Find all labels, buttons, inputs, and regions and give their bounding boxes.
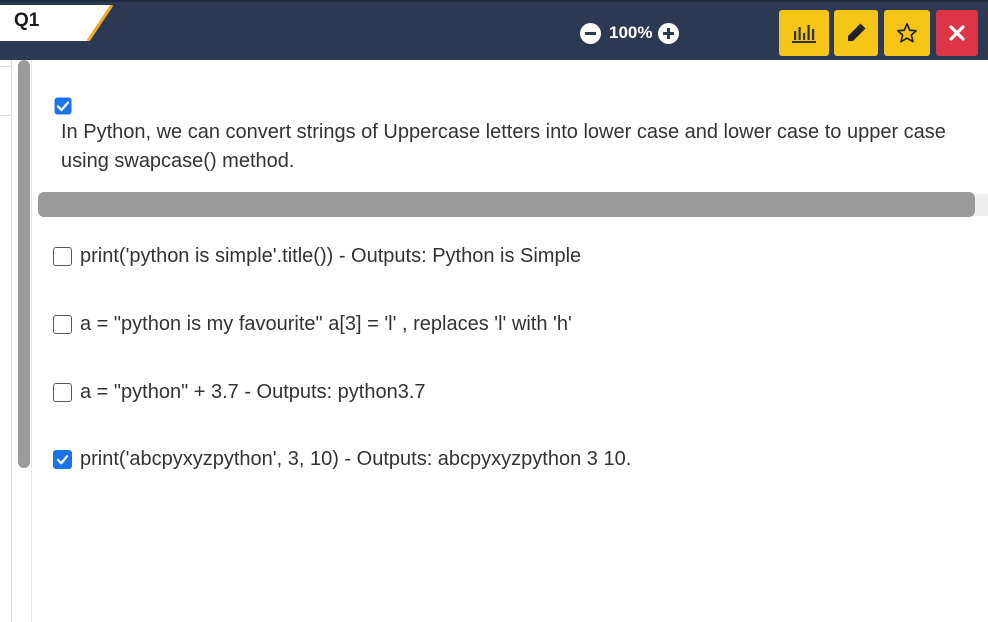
pencil-icon — [848, 23, 866, 41]
top-bar: Q1 100% — [0, 0, 988, 60]
question-tab[interactable]: Q1 — [0, 5, 114, 41]
option-checkbox[interactable] — [53, 314, 72, 334]
option-label: print('python is simple'.title()) - Outp… — [80, 244, 582, 267]
scrollbar-thumb[interactable] — [18, 60, 30, 468]
zoom-out-icon[interactable] — [580, 22, 601, 44]
side-panel — [0, 60, 12, 622]
answer-option-2[interactable]: a = "python is my favourite" a[3] = 'l' … — [53, 310, 572, 338]
question-checkbox[interactable] — [54, 97, 72, 115]
answer-option-1[interactable]: print('python is simple'.title()) - Outp… — [53, 242, 581, 270]
option-checkbox[interactable] — [53, 246, 72, 266]
checkmark-icon — [56, 454, 69, 464]
bar-chart-icon — [792, 25, 816, 43]
zoom-in-icon[interactable] — [658, 22, 680, 44]
option-label: a = "python is my favourite" a[3] = 'l' … — [80, 312, 572, 335]
option-checkbox-checked[interactable] — [53, 449, 72, 469]
zoom-control: 100% — [580, 22, 680, 44]
splitter-edge — [975, 194, 988, 216]
edit-button[interactable] — [834, 10, 878, 56]
side-panel-tab[interactable] — [0, 66, 12, 116]
stats-button[interactable] — [779, 10, 829, 56]
option-label: a = "python" + 3.7 - Outputs: python3.7 — [80, 380, 426, 403]
option-checkbox[interactable] — [53, 382, 72, 402]
star-icon — [897, 23, 917, 43]
bookmark-button[interactable] — [884, 10, 930, 56]
answer-option-4[interactable]: print('abcpyxyzpython', 3, 10) - Outputs… — [53, 445, 631, 473]
option-label: print('abcpyxyzpython', 3, 10) - Outputs… — [80, 447, 632, 470]
answer-option-3[interactable]: a = "python" + 3.7 - Outputs: python3.7 — [53, 378, 426, 406]
question-text: In Python, we can convert strings of Upp… — [61, 121, 946, 172]
zoom-level: 100% — [609, 23, 653, 42]
question-tab-label: Q1 — [14, 10, 40, 31]
close-button[interactable] — [936, 10, 978, 56]
question-content: In Python, we can convert strings of Upp… — [32, 60, 988, 622]
close-icon — [949, 25, 965, 41]
splitter-bar[interactable] — [38, 192, 975, 217]
